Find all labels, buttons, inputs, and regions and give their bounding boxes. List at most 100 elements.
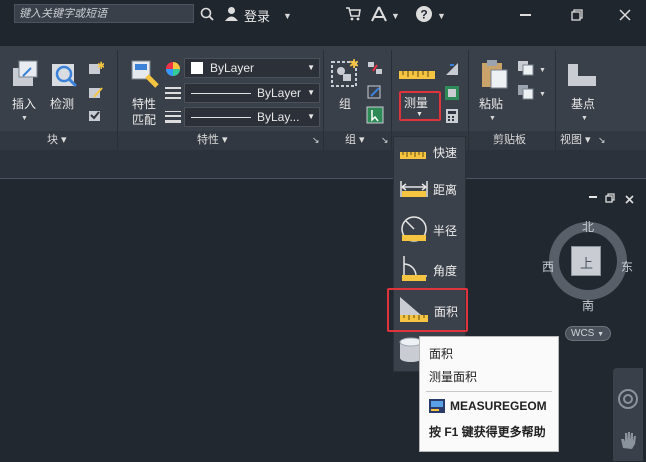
chevron-down-icon[interactable]: ▼ — [539, 88, 546, 102]
block-attribute-icon[interactable] — [88, 108, 104, 127]
autodesk-a360-icon[interactable] — [370, 6, 388, 27]
ribbon-tab-strip — [0, 30, 646, 46]
lineweight-select[interactable]: ByLay... ▼ — [184, 107, 320, 127]
viewport-close-icon[interactable] — [625, 191, 634, 209]
login-link[interactable]: 登录 — [244, 6, 270, 25]
chevron-down-icon[interactable]: ▼ — [283, 9, 292, 23]
panel-label-block[interactable]: 块 ▾ — [47, 131, 67, 150]
match-properties-icon[interactable] — [129, 58, 161, 95]
cut-icon[interactable] — [517, 84, 535, 105]
angle-icon — [399, 254, 429, 287]
match-properties-label-1[interactable]: 特性 — [132, 95, 156, 112]
menu-item-distance[interactable]: 距离 — [396, 175, 464, 203]
dialog-launcher-icon[interactable]: ↘ — [598, 131, 606, 150]
panel-label-properties[interactable]: 特性 ▾ — [197, 131, 228, 150]
measure-button[interactable]: 测量 ▼ — [399, 91, 441, 121]
compass-west[interactable]: 西 — [542, 258, 554, 275]
chevron-down-icon[interactable]: ▼ — [391, 9, 400, 23]
create-block-icon[interactable]: ✱ — [88, 61, 105, 80]
wcs-label: WCS — [571, 328, 595, 339]
match-properties-label-2[interactable]: 匹配 — [132, 111, 156, 128]
viewport-restore-icon[interactable] — [605, 190, 615, 208]
linetype-value: ByLayer — [257, 86, 302, 100]
divider — [468, 50, 469, 150]
file-tab-bar — [0, 150, 646, 178]
steering-wheel-icon[interactable] — [617, 388, 639, 415]
panel-label-clipboard: 剪贴板 — [493, 134, 526, 146]
chevron-down-icon[interactable]: ▼ — [489, 112, 496, 126]
user-icon[interactable] — [224, 6, 239, 26]
chevron-down-icon: ▼ — [597, 331, 605, 338]
group-button[interactable]: 组 — [339, 95, 351, 112]
detect-icon[interactable] — [48, 58, 80, 95]
search-input[interactable]: 键入关键字或短语 — [14, 4, 194, 23]
menu-item-area[interactable]: 面积 — [387, 288, 468, 332]
minimize-icon[interactable] — [520, 14, 531, 16]
measure-area-small-icon[interactable] — [444, 61, 460, 82]
insert-button[interactable]: 插入 — [12, 95, 36, 112]
lineweight-value: ByLay... — [257, 110, 300, 124]
ungroup-icon[interactable] — [367, 61, 383, 80]
compass-south[interactable]: 南 — [582, 297, 594, 314]
lineweight-icon[interactable] — [165, 110, 181, 129]
linetype-icon[interactable] — [165, 86, 181, 105]
chevron-down-icon[interactable]: ▼ — [437, 9, 446, 23]
panel-label-view[interactable]: 视图 ▾ — [560, 131, 591, 150]
search-icon[interactable] — [200, 7, 214, 26]
measure-ruler-icon[interactable] — [398, 63, 436, 86]
color-wheel-icon[interactable] — [165, 61, 181, 82]
distance-icon — [399, 179, 429, 204]
compass-east[interactable]: 东 — [621, 258, 633, 275]
menu-item-quick[interactable]: 快速 — [396, 138, 464, 166]
divider — [117, 50, 118, 150]
compass-north[interactable]: 北 — [582, 218, 594, 235]
group-select-icon[interactable] — [366, 106, 384, 129]
chevron-down-icon[interactable]: ▼ — [21, 112, 28, 126]
area-icon — [398, 295, 430, 330]
menu-item-label: 距离 — [433, 183, 458, 197]
base-point-button[interactable]: 基点 — [571, 95, 595, 112]
wcs-menu[interactable]: WCS ▼ — [565, 326, 611, 341]
line-preview — [191, 93, 251, 94]
paste-button[interactable]: 粘贴 — [479, 95, 503, 112]
menu-item-radius[interactable]: 半径 — [396, 213, 464, 245]
edit-block-icon[interactable] — [88, 85, 104, 104]
region-icon[interactable] — [444, 85, 460, 106]
tooltip-description: 测量面积 — [429, 370, 478, 384]
viewcube-top-face[interactable]: 上 — [571, 246, 601, 276]
chevron-down-icon[interactable]: ▼ — [539, 64, 546, 78]
dialog-launcher-icon[interactable]: ↘ — [381, 131, 389, 150]
menu-item-label: 快速 — [433, 146, 458, 160]
pan-hand-icon[interactable] — [619, 430, 637, 455]
chevron-down-icon: ▼ — [416, 111, 423, 118]
command-line-icon — [429, 399, 445, 418]
close-icon[interactable] — [619, 8, 631, 26]
color-swatch — [191, 62, 203, 74]
detect-button[interactable]: 检测 — [50, 95, 74, 112]
panel-label-group[interactable]: 组 ▾ — [345, 131, 365, 150]
linetype-select[interactable]: ByLayer ▼ — [184, 83, 320, 103]
ruler-quick-icon — [399, 143, 427, 166]
group-icon[interactable]: ✱ — [329, 57, 361, 95]
base-point-icon[interactable] — [566, 62, 598, 93]
viewport-minimize-icon[interactable] — [589, 196, 597, 198]
tooltip-divider — [426, 391, 552, 392]
menu-item-angle[interactable]: 角度 — [396, 252, 464, 284]
divider — [391, 50, 392, 150]
viewcube-face-label: 上 — [580, 256, 594, 271]
menu-item-label: 角度 — [433, 264, 458, 278]
cart-icon[interactable] — [345, 7, 361, 26]
help-icon[interactable]: ? — [415, 5, 433, 28]
paste-icon[interactable] — [479, 58, 511, 95]
svg-text:✱: ✱ — [97, 61, 104, 72]
layer-color-select[interactable]: ByLayer ▼ — [184, 58, 320, 78]
divider — [555, 50, 556, 150]
restore-icon[interactable] — [571, 8, 583, 26]
calculator-icon[interactable] — [445, 108, 459, 129]
copy-icon[interactable] — [517, 60, 535, 81]
chevron-down-icon[interactable]: ▼ — [581, 112, 588, 126]
insert-block-icon[interactable] — [9, 58, 41, 95]
tooltip-title: 面积 — [429, 347, 454, 361]
dialog-launcher-icon[interactable]: ↘ — [312, 131, 320, 150]
group-edit-icon[interactable] — [367, 85, 383, 104]
